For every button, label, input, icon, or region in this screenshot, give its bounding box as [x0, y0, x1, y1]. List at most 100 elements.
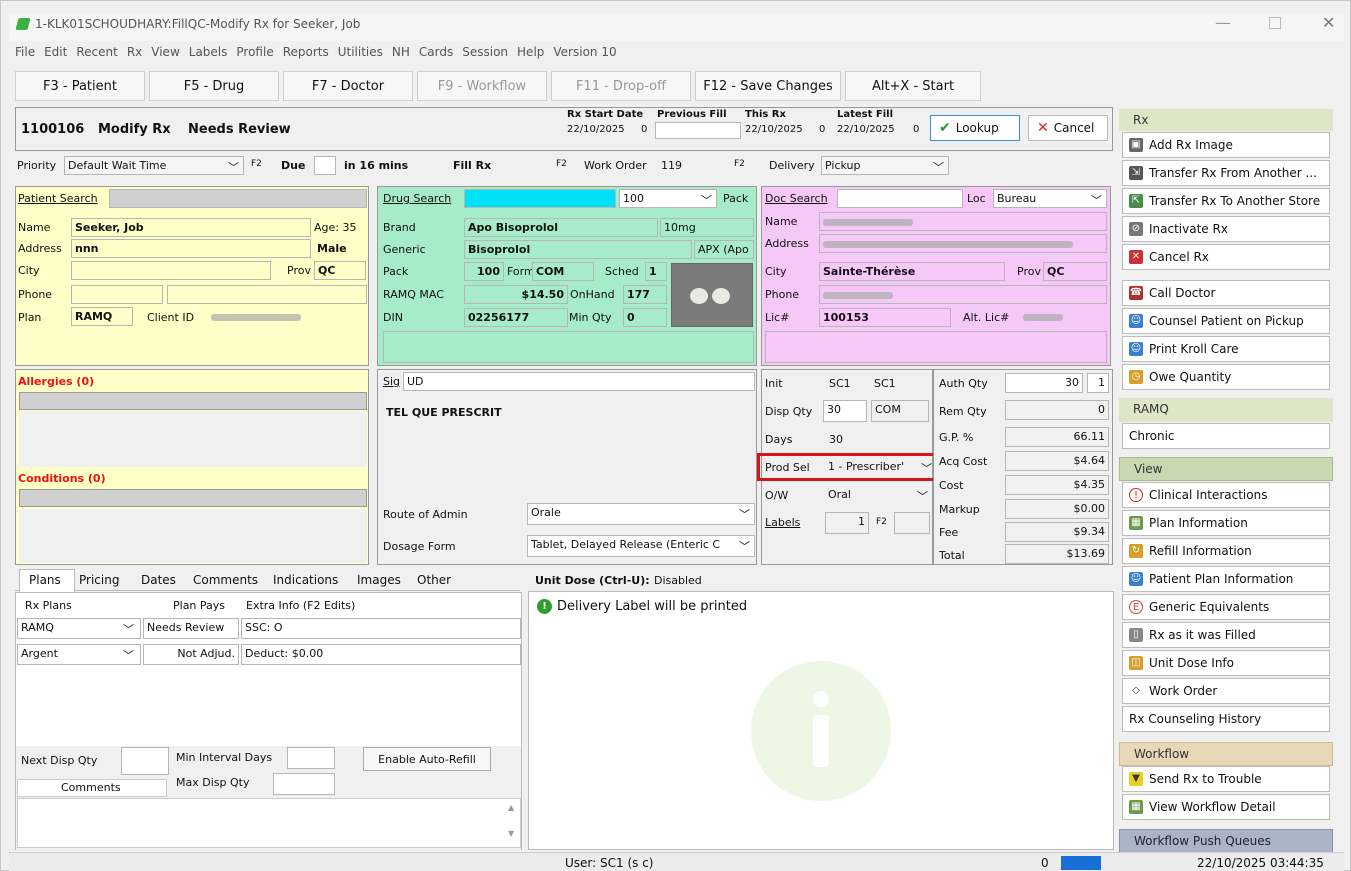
drug-qty-select[interactable]: 100 ﹀	[619, 189, 717, 208]
sig-code-input[interactable]: UD	[403, 372, 755, 391]
f5-drug-button[interactable]: F5 - Drug	[149, 71, 279, 101]
drug-search-input[interactable]	[464, 189, 616, 208]
minimize-icon[interactable]: —	[1215, 13, 1231, 32]
close-icon[interactable]: ✕	[1322, 13, 1335, 32]
menu-cards[interactable]: Cards	[419, 45, 453, 59]
print-kroll-care-button[interactable]: ☺ Print Kroll Care	[1122, 336, 1330, 362]
view-workflow-detail-button[interactable]: ▦ View Workflow Detail	[1122, 794, 1330, 820]
pack-button[interactable]: Pack	[723, 192, 748, 205]
allergies-list[interactable]	[19, 392, 367, 410]
pack-label: Pack	[383, 265, 409, 278]
sig-text: TEL QUE PRESCRIT	[386, 406, 502, 419]
owe-quantity-button[interactable]: ◷ Owe Quantity	[1122, 364, 1330, 390]
transfer-in-icon: ⇲	[1129, 166, 1143, 180]
menu-labels[interactable]: Labels	[189, 45, 228, 59]
transfer-rx-from-button[interactable]: ⇲ Transfer Rx From Another ...	[1122, 160, 1330, 186]
refill-information-button[interactable]: ↻ Refill Information	[1122, 538, 1330, 564]
work-order-button[interactable]: ◇ Work Order	[1122, 678, 1330, 704]
inactivate-rx-button[interactable]: ⊘ Inactivate Rx	[1122, 216, 1330, 242]
scroll-down-icon[interactable]: ▼	[508, 829, 514, 838]
labels-count[interactable]: 1	[825, 512, 869, 534]
delivery-select[interactable]: Pickup ﹀	[821, 156, 949, 175]
plan-information-button[interactable]: ▦ Plan Information	[1122, 510, 1330, 536]
menu-view[interactable]: View	[151, 45, 179, 59]
maximize-icon[interactable]	[1269, 17, 1281, 29]
conditions-list[interactable]	[19, 489, 367, 507]
fill-rx-f2-button[interactable]: F2	[556, 159, 567, 169]
auth-qty[interactable]: 30	[1005, 373, 1083, 393]
plan-row-2-info[interactable]: Deduct: $0.00	[241, 644, 521, 665]
doc-search-input[interactable]	[837, 189, 963, 208]
tab-pricing[interactable]: Pricing	[79, 573, 119, 587]
days-value[interactable]: 30	[829, 433, 843, 446]
counsel-patient-button[interactable]: ☺ Counsel Patient on Pickup	[1122, 308, 1330, 334]
unit-dose-info-button[interactable]: ◫ Unit Dose Info	[1122, 650, 1330, 676]
menu-file[interactable]: File	[15, 45, 35, 59]
work-order-f2-button[interactable]: F2	[734, 159, 745, 169]
menu-help[interactable]: Help	[517, 45, 544, 59]
patient-age: Age: 35	[314, 221, 357, 234]
plan-row-1-info[interactable]: SSC: O	[241, 618, 521, 639]
app-window: 1-KLK01SCHOUDHARY:FillQC-Modify Rx for S…	[0, 0, 1351, 871]
transfer-rx-to-button[interactable]: ⇱ Transfer Rx To Another Store	[1122, 188, 1330, 214]
add-rx-image-button[interactable]: ▣ Add Rx Image	[1122, 132, 1330, 158]
check-icon: ✔	[939, 120, 951, 136]
plan-row-2-select[interactable]: Argent ﹀	[17, 644, 141, 665]
menu-rx[interactable]: Rx	[127, 45, 142, 59]
clinical-interactions-button[interactable]: ! Clinical Interactions	[1122, 482, 1330, 508]
plan-row-1-select[interactable]: RAMQ ﹀	[17, 618, 141, 639]
patient-address-label: Address	[18, 242, 62, 255]
onhand-qty: 177	[623, 285, 667, 304]
next-disp-qty-input[interactable]	[121, 747, 169, 775]
ow-select[interactable]: Oral ﹀	[825, 485, 931, 505]
f12-save-button[interactable]: F12 - Save Changes	[695, 71, 841, 101]
tab-images[interactable]: Images	[357, 573, 401, 587]
menu-edit[interactable]: Edit	[44, 45, 67, 59]
f7-doctor-button[interactable]: F7 - Doctor	[283, 71, 413, 101]
menu-profile[interactable]: Profile	[236, 45, 273, 59]
comments-textarea[interactable]	[17, 798, 521, 848]
patient-search-input[interactable]	[109, 189, 367, 208]
menu-session[interactable]: Session	[462, 45, 508, 59]
tab-indications[interactable]: Indications	[273, 573, 338, 587]
rx-counseling-history-button[interactable]: Rx Counseling History	[1122, 706, 1330, 732]
priority-select[interactable]: Default Wait Time ﹀	[64, 156, 244, 175]
cancel-button[interactable]: ✕ Cancel	[1028, 115, 1108, 141]
tab-plans[interactable]: Plans	[29, 573, 61, 587]
drug-image[interactable]	[671, 263, 753, 327]
f9-workflow-button[interactable]: F9 - Workflow	[417, 71, 547, 101]
chronic-button[interactable]: Chronic	[1122, 423, 1330, 449]
menu-nh[interactable]: NH	[392, 45, 410, 59]
lookup-button[interactable]: ✔ Lookup	[930, 115, 1020, 141]
route-select[interactable]: Orale ﹀	[527, 503, 755, 525]
patient-plan-information-button[interactable]: ☺ Patient Plan Information	[1122, 566, 1330, 592]
menu-recent[interactable]: Recent	[76, 45, 117, 59]
dosage-form-select[interactable]: Tablet, Delayed Release (Enteric C ﹀	[527, 535, 755, 557]
call-doctor-button[interactable]: ☎ Call Doctor	[1122, 280, 1330, 306]
f3-patient-button[interactable]: F3 - Patient	[15, 71, 145, 101]
tab-other[interactable]: Other	[417, 573, 451, 587]
doc-address-redacted	[819, 234, 1107, 253]
menu-reports[interactable]: Reports	[283, 45, 329, 59]
priority-f2-button[interactable]: F2	[251, 159, 262, 169]
prod-sel-select[interactable]: 1 - Prescriber' ﹀	[825, 457, 935, 477]
cancel-rx-button[interactable]: ✕ Cancel Rx	[1122, 244, 1330, 270]
rx-as-filled-button[interactable]: ▯ Rx as it was Filled	[1122, 622, 1330, 648]
doc-loc-select[interactable]: Bureau ﹀	[993, 189, 1107, 208]
min-interval-input[interactable]	[287, 747, 335, 769]
scroll-up-icon[interactable]: ▲	[508, 803, 514, 812]
f11-dropoff-button[interactable]: F11 - Drop-off	[551, 71, 691, 101]
sidebar-view-header: View	[1119, 457, 1333, 481]
menu-utilities[interactable]: Utilities	[338, 45, 383, 59]
labels-f2-button[interactable]: F2	[876, 517, 887, 527]
tab-dates[interactable]: Dates	[141, 573, 176, 587]
enable-auto-refill-button[interactable]: Enable Auto-Refill	[363, 747, 491, 771]
work-order-value: 119	[661, 159, 682, 172]
start-button[interactable]: Alt+X - Start	[845, 71, 981, 101]
status-datetime: 22/10/2025 03:44:35	[1197, 856, 1324, 870]
generic-equivalents-button[interactable]: E Generic Equivalents	[1122, 594, 1330, 620]
disp-qty-input[interactable]: 30	[823, 400, 867, 422]
send-rx-to-trouble-button[interactable]: ▼ Send Rx to Trouble	[1122, 766, 1330, 792]
tab-comments[interactable]: Comments	[193, 573, 258, 587]
max-disp-qty-input[interactable]	[273, 773, 335, 795]
